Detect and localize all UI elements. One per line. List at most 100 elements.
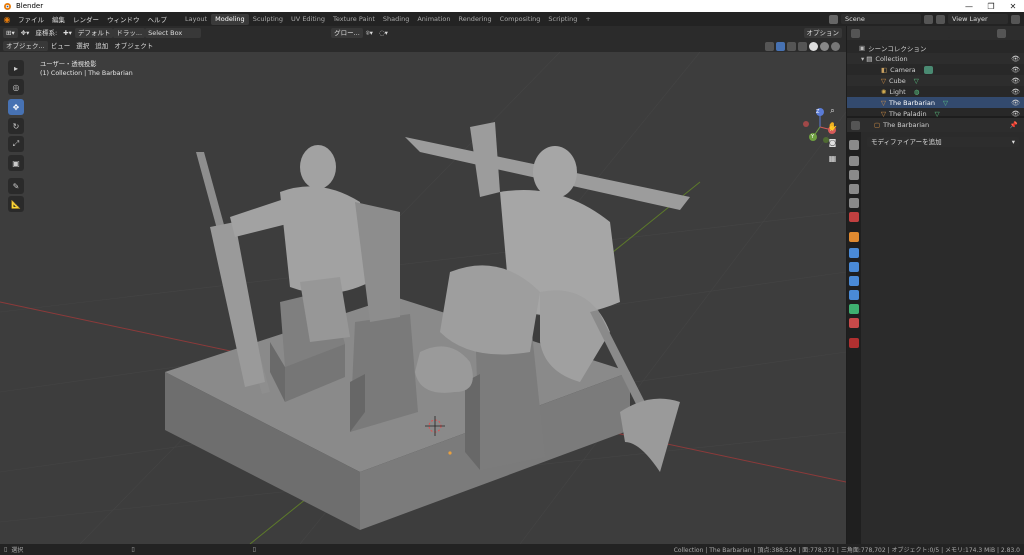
constraints-tab-icon[interactable] [849, 290, 859, 300]
tab-texture-paint[interactable]: Texture Paint [329, 14, 379, 25]
eye-icon[interactable]: 👁 [1011, 77, 1020, 85]
maximize-button[interactable]: ❐ [980, 2, 1002, 11]
rendered-shading-icon[interactable] [831, 41, 840, 51]
xray-icon[interactable] [798, 41, 807, 51]
texture-tab-icon[interactable] [849, 338, 859, 348]
tab-modeling[interactable]: Modeling [211, 13, 249, 25]
gizmo-icon[interactable] [776, 41, 785, 51]
minimize-button[interactable]: — [958, 2, 980, 11]
editor-type-icon[interactable]: ⊞▾ [3, 28, 18, 38]
menu-add[interactable]: 追加 [92, 41, 111, 51]
close-button[interactable]: ✕ [1002, 2, 1024, 11]
options-dropdown[interactable]: オプション [803, 28, 842, 38]
menu-edit[interactable]: 編集 [48, 14, 69, 24]
eye-icon[interactable]: 👁 [1011, 110, 1020, 118]
material-tab-icon[interactable] [849, 318, 859, 328]
viewport-header: ⊞▾ ✥▾ 座標系: ✚▾ デフォルト ドラッ... Select Box グロ… [0, 26, 846, 40]
menu-render[interactable]: レンダー [69, 14, 103, 24]
add-modifier-dropdown[interactable]: モディファイアーを追加 ▾ [867, 137, 1019, 147]
drag-dropdown[interactable]: ドラッ... [113, 28, 146, 38]
select-box-dropdown[interactable]: Select Box [145, 28, 202, 38]
outliner-item-camera[interactable]: ◧ Camera 👁 [847, 64, 1024, 75]
physics-tab-icon[interactable] [849, 276, 859, 286]
scene-field[interactable]: Scene [841, 14, 921, 24]
tab-rendering[interactable]: Rendering [454, 14, 495, 25]
select-tool-icon[interactable]: ▸ [8, 60, 24, 76]
3d-viewport[interactable]: Z X Y [0, 52, 846, 544]
coord-label: 座標系: [35, 29, 58, 37]
render-tab-icon[interactable] [849, 156, 859, 166]
camera-data-icon[interactable] [923, 65, 933, 74]
menu-select[interactable]: 選択 [73, 41, 92, 51]
outliner-collection[interactable]: ▾ ▤ Collection 👁 [847, 53, 1024, 64]
eye-icon[interactable]: 👁 [1011, 55, 1020, 63]
scene-browse-icon[interactable] [924, 14, 933, 24]
tab-layout[interactable]: Layout [181, 14, 211, 25]
annotate-tool-icon[interactable]: ✎ [8, 178, 24, 194]
filter-icon[interactable] [997, 28, 1006, 38]
measure-tool-icon[interactable]: 📐 [8, 196, 24, 212]
blender-menu-icon[interactable]: ◉ [0, 15, 14, 24]
move-tool-icon[interactable]: ✥ [8, 99, 24, 115]
pivot-icon[interactable]: ✚▾ [60, 28, 75, 38]
outliner-item-barbarian[interactable]: ▽ The Barbarian ▽ 👁 [847, 97, 1024, 108]
scale-tool-icon[interactable]: ⤢ [8, 136, 24, 152]
view-layer-browse-icon[interactable] [1011, 14, 1020, 24]
world-tab-icon[interactable] [849, 212, 859, 222]
light-data-icon[interactable]: ◍ [914, 88, 920, 96]
menu-object[interactable]: オブジェクト [111, 41, 156, 51]
outliner-scene-collection[interactable]: ▣ シーンコレクション [847, 42, 1024, 53]
object-tab-icon[interactable] [849, 232, 859, 242]
tab-shading[interactable]: Shading [379, 14, 413, 25]
tab-uv-editing[interactable]: UV Editing [287, 14, 329, 25]
menu-help[interactable]: ヘルプ [144, 14, 172, 24]
zoom-icon[interactable]: ⌕ [826, 104, 839, 117]
menu-window[interactable]: ウィンドウ [103, 14, 144, 24]
orientation-default[interactable]: デフォルト [74, 28, 114, 38]
camera-view-icon[interactable]: ◙ [826, 136, 839, 149]
tab-sculpting[interactable]: Sculpting [249, 14, 287, 25]
view-layer-field[interactable]: View Layer [948, 14, 1008, 24]
mode-dropdown[interactable]: オブジェク... [3, 41, 48, 51]
eye-icon[interactable]: 👁 [1011, 88, 1020, 96]
view-layer-tab-icon[interactable] [849, 184, 859, 194]
outliner-editor-icon[interactable] [851, 28, 860, 38]
mouse-icon: ▯ [4, 546, 8, 553]
tab-compositing[interactable]: Compositing [496, 14, 545, 25]
mesh-data-icon[interactable]: ▽ [943, 99, 948, 107]
outliner-search-input[interactable] [880, 28, 950, 38]
pin-icon[interactable]: 📌 [1010, 121, 1018, 129]
output-tab-icon[interactable] [849, 170, 859, 180]
cursor-tool-icon[interactable]: ◎ [8, 79, 24, 95]
scene-tab-icon[interactable] [849, 198, 859, 208]
tab-animation[interactable]: Animation [413, 14, 454, 25]
outliner-item-light[interactable]: ✺ Light ◍ 👁 [847, 86, 1024, 97]
properties-editor-icon[interactable] [851, 120, 860, 130]
material-shading-icon[interactable] [820, 41, 829, 51]
solid-shading-icon[interactable] [809, 41, 818, 51]
menu-file[interactable]: ファイル [14, 14, 48, 24]
add-workspace-button[interactable]: + [581, 14, 594, 25]
overlay-icon[interactable] [787, 41, 796, 51]
particles-tab-icon[interactable] [849, 262, 859, 272]
eye-icon[interactable]: 👁 [1011, 99, 1020, 107]
menu-view[interactable]: ビュー [48, 41, 74, 51]
tab-scripting[interactable]: Scripting [544, 14, 581, 25]
outliner-item-cube[interactable]: ▽ Cube ▽ 👁 [847, 75, 1024, 86]
proportional-icon[interactable]: ◌▾ [376, 28, 391, 38]
snap-icon[interactable]: ⌾▾ [363, 28, 376, 38]
modifier-tab-icon[interactable] [849, 248, 859, 258]
transform-tool-icon[interactable]: ▣ [8, 155, 24, 171]
transform-orientation-global[interactable]: グロー... [331, 28, 363, 38]
rotate-tool-icon[interactable]: ↻ [8, 118, 24, 134]
expand-chevron-icon[interactable]: ▾ [861, 55, 864, 63]
tool-tab-icon[interactable] [849, 140, 859, 150]
mesh-data-icon[interactable]: ▽ [914, 77, 919, 85]
pan-hand-icon[interactable]: ✋ [826, 120, 839, 133]
perspective-grid-icon[interactable]: ▦ [826, 152, 839, 165]
visibility-icon[interactable] [765, 41, 774, 51]
mesh-data-icon[interactable]: ▽ [935, 110, 940, 118]
data-tab-icon[interactable] [849, 304, 859, 314]
eye-icon[interactable]: 👁 [1011, 66, 1020, 74]
viewport-info: ユーザー・透視投影 (1) Collection | The Barbarian [40, 60, 133, 78]
